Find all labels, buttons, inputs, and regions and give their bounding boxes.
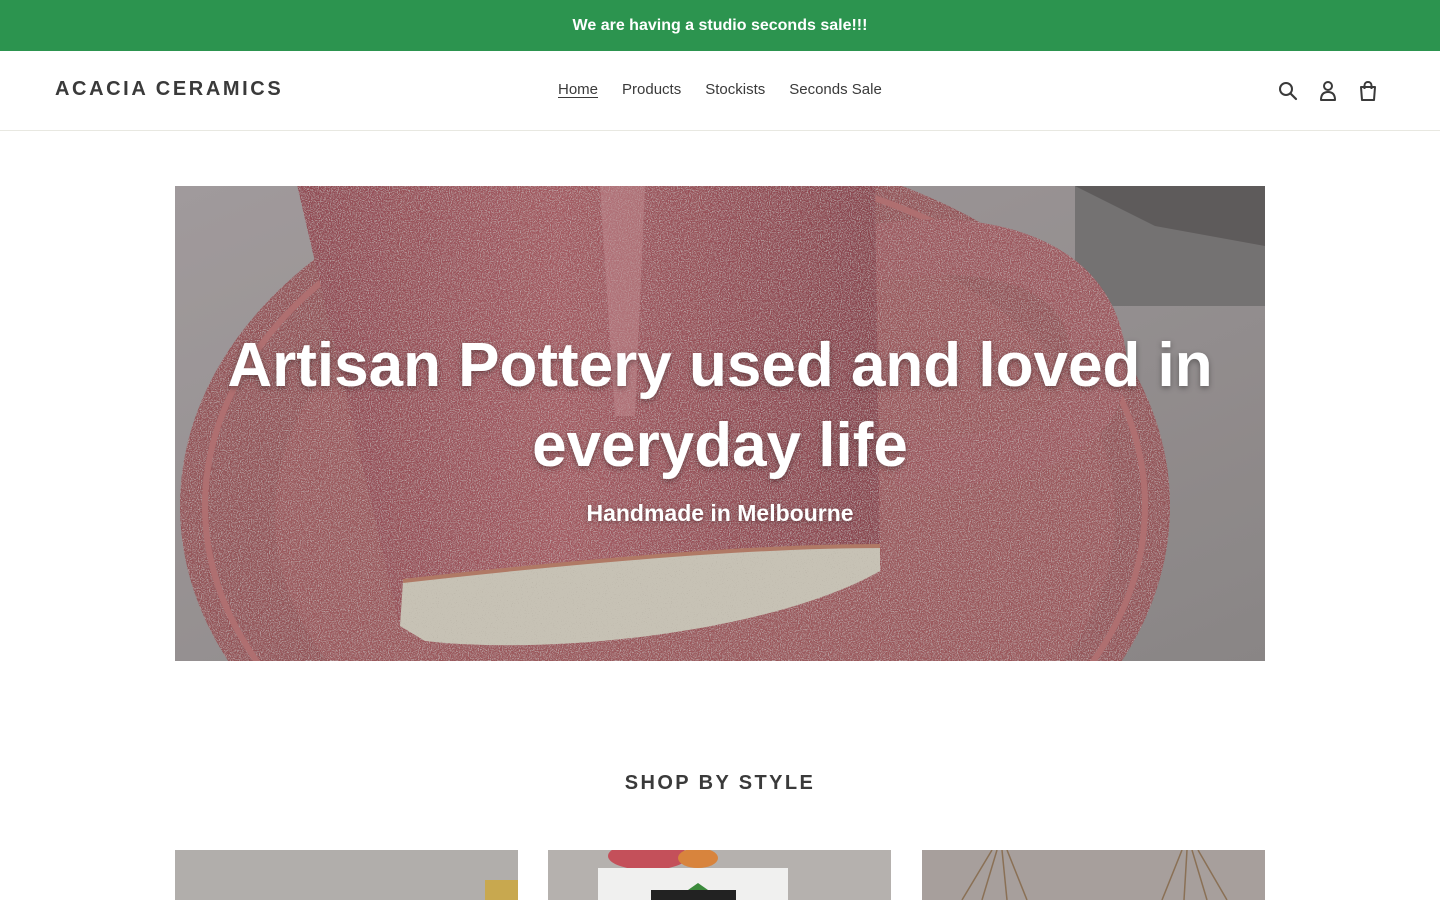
nav-stockists[interactable]: Stockists [693,79,777,100]
announcement-text: We are having a studio seconds sale!!! [572,16,868,34]
search-icon[interactable] [1268,79,1308,103]
hero-banner: Artisan Pottery used and loved in everyd… [175,186,1265,661]
collection-card-2[interactable] [548,850,891,900]
cart-icon[interactable] [1348,79,1388,103]
nav-products[interactable]: Products [610,79,693,100]
collection-grid [175,850,1265,900]
site-header: ACACIA CERAMICS Home Products Stockists … [0,51,1440,131]
nav-seconds-sale[interactable]: Seconds Sale [777,79,894,100]
account-icon[interactable] [1308,79,1348,103]
collection-image-3 [922,850,1265,900]
header-actions [1268,79,1388,103]
hero-title: Artisan Pottery used and loved in everyd… [227,331,1213,480]
hero-text: Artisan Pottery used and loved in everyd… [175,326,1265,527]
collection-card-3[interactable] [922,850,1265,900]
collection-image-2 [548,850,891,900]
nav-home[interactable]: Home [546,79,610,100]
main-nav: Home Products Stockists Seconds Sale [546,79,894,100]
collection-card-1[interactable] [175,850,518,900]
collection-image-1 [175,850,518,900]
section-title-shop-by-style: SHOP BY STYLE [624,772,816,794]
hero-subtitle: Handmade in Melbourne [586,500,854,526]
site-logo[interactable]: ACACIA CERAMICS [55,78,283,101]
announcement-bar[interactable]: We are having a studio seconds sale!!! [0,0,1440,51]
